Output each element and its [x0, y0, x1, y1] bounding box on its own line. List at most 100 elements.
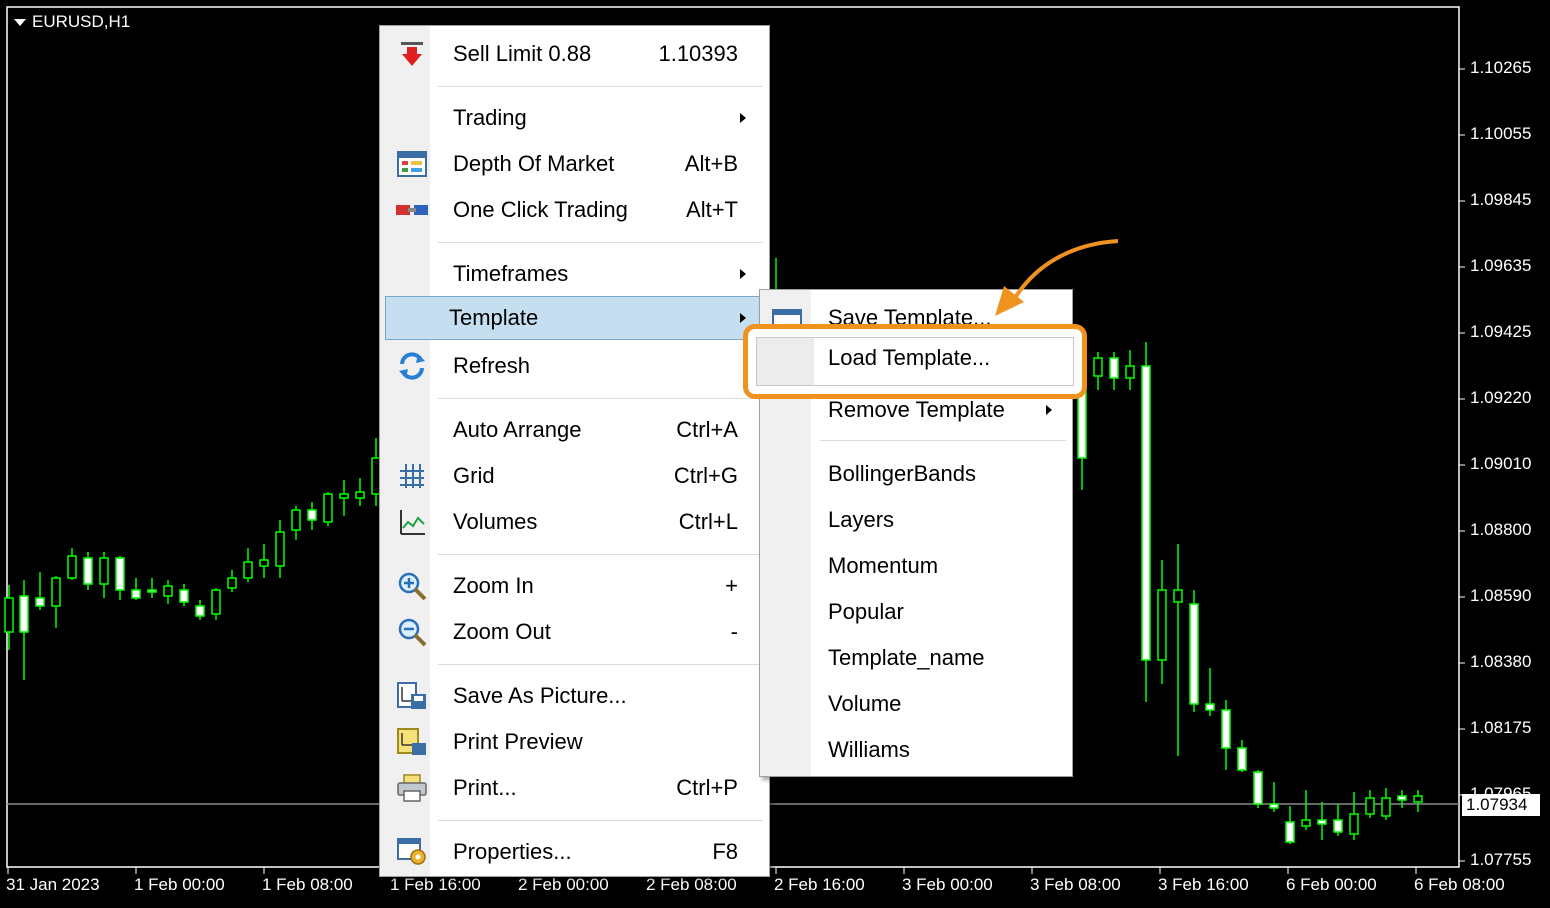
- menu-item-print[interactable]: Print... Ctrl+P: [385, 766, 764, 810]
- price-level: 1.09425: [1470, 322, 1532, 341]
- print-preview-icon: [395, 725, 429, 759]
- menu-item-print-preview[interactable]: Print Preview: [385, 720, 764, 764]
- candle-body: [35, 597, 45, 607]
- menu-item-template-popular[interactable]: Popular: [760, 590, 1072, 634]
- candle-body: [259, 559, 269, 567]
- menu-item-template[interactable]: Template: [385, 296, 764, 340]
- candle-body: [307, 509, 317, 521]
- menu-item-template-layers[interactable]: Layers: [760, 498, 1072, 542]
- candle-body: [1253, 771, 1263, 805]
- menu-separator: [438, 86, 763, 87]
- candle-body: [1237, 747, 1247, 771]
- menu-item-zoom-in[interactable]: Zoom In +: [385, 564, 764, 608]
- candle-body: [1093, 357, 1103, 377]
- candle-body: [195, 605, 205, 617]
- menu-separator: [438, 242, 763, 243]
- one-click-trading-icon: [395, 193, 429, 227]
- menu-separator: [438, 664, 763, 665]
- time-label: 1 Feb 16:00: [390, 875, 481, 894]
- candle-body: [4, 597, 14, 633]
- time-label: 6 Feb 08:00: [1414, 875, 1505, 894]
- candle-body: [1189, 603, 1199, 705]
- sell-arrow-icon: [395, 37, 429, 71]
- price-level: 1.08175: [1470, 718, 1532, 737]
- submenu-arrow-icon: [740, 269, 746, 279]
- menu-separator: [438, 820, 763, 821]
- menu-item-save-as-picture[interactable]: Save As Picture...: [385, 674, 764, 718]
- candle-body: [1317, 819, 1327, 825]
- candle-body: [291, 509, 301, 531]
- load-template-label: Load Template...: [828, 345, 991, 370]
- chart-context-menu: Sell Limit 0.88 1.10393 Trading Depth Of…: [379, 25, 770, 877]
- candle-body: [1365, 797, 1375, 815]
- candle-body: [1205, 703, 1215, 711]
- menu-separator: [438, 554, 763, 555]
- submenu-arrow-icon: [1046, 405, 1052, 415]
- price-level: 1.10055: [1470, 124, 1532, 143]
- candle-body: [243, 561, 253, 579]
- candle-body: [147, 589, 157, 593]
- printer-icon: [395, 771, 429, 805]
- candle-body: [1397, 795, 1407, 801]
- menu-item-template-momentum[interactable]: Momentum: [760, 544, 1072, 588]
- menu-separator: [820, 440, 1066, 441]
- save-picture-icon: [395, 679, 429, 713]
- symbol-label: EURUSD,H1: [32, 12, 131, 31]
- menu-item-one-click-trading[interactable]: One Click Trading Alt+T: [385, 188, 764, 232]
- candle-body: [1301, 819, 1311, 827]
- candle-body: [1109, 357, 1119, 379]
- menu-item-template-williams[interactable]: Williams: [760, 728, 1072, 772]
- menu-item-properties[interactable]: Properties... F8: [385, 830, 764, 874]
- candle-body: [1141, 365, 1151, 661]
- grid-icon: [395, 459, 429, 493]
- zoom-in-icon: [395, 569, 429, 603]
- menu-item-volumes[interactable]: Volumes Ctrl+L: [385, 500, 764, 544]
- menu-item-template-name[interactable]: Template_name: [760, 636, 1072, 680]
- price-level: 1.09220: [1470, 388, 1532, 407]
- time-label: 3 Feb 08:00: [1030, 875, 1121, 894]
- time-label: 1 Feb 08:00: [262, 875, 353, 894]
- menu-item-template-volume[interactable]: Volume: [760, 682, 1072, 726]
- candle-body: [163, 585, 173, 597]
- time-label: 2 Feb 16:00: [774, 875, 865, 894]
- menu-item-trading[interactable]: Trading: [385, 96, 764, 140]
- submenu-arrow-icon: [740, 113, 746, 123]
- volumes-icon: [395, 505, 429, 539]
- menu-item-template-bollingerbands[interactable]: BollingerBands: [760, 452, 1072, 496]
- chevron-down-icon[interactable]: [14, 18, 26, 26]
- candle-body: [1269, 803, 1279, 809]
- chart-symbol[interactable]: EURUSD,H1: [14, 12, 130, 32]
- price-level: 1.08380: [1470, 652, 1532, 671]
- refresh-icon: [395, 349, 429, 383]
- candle-body: [1125, 365, 1135, 379]
- menu-item-refresh[interactable]: Refresh: [385, 344, 764, 388]
- time-label: 2 Feb 00:00: [518, 875, 609, 894]
- candle-body: [227, 577, 237, 589]
- price-level: 1.08590: [1470, 586, 1532, 605]
- submenu-arrow-icon: [740, 313, 746, 323]
- menu-item-grid[interactable]: Grid Ctrl+G: [385, 454, 764, 498]
- time-label: 1 Feb 00:00: [134, 875, 225, 894]
- candle-body: [211, 589, 221, 615]
- candle-body: [1077, 389, 1087, 459]
- zoom-out-icon: [395, 615, 429, 649]
- menu-item-zoom-out[interactable]: Zoom Out -: [385, 610, 764, 654]
- load-template-callout[interactable]: Load Template...: [743, 324, 1087, 399]
- price-level: 1.09635: [1470, 256, 1532, 275]
- menu-item-timeframes[interactable]: Timeframes: [385, 252, 764, 296]
- properties-icon: [395, 835, 429, 869]
- menu-item-depth-of-market[interactable]: Depth Of Market Alt+B: [385, 142, 764, 186]
- menu-item-auto-arrange[interactable]: Auto Arrange Ctrl+A: [385, 408, 764, 452]
- menu-item-sell-limit[interactable]: Sell Limit 0.88 1.10393: [385, 32, 764, 76]
- candle-body: [275, 531, 285, 567]
- time-label: 6 Feb 00:00: [1286, 875, 1377, 894]
- time-label: 3 Feb 00:00: [902, 875, 993, 894]
- time-label: 31 Jan 2023: [6, 875, 100, 894]
- candle-body: [339, 493, 349, 499]
- candle-body: [355, 491, 365, 499]
- candle-body: [131, 589, 141, 599]
- current-price-badge: 1.07934: [1462, 794, 1540, 816]
- candle-body: [1173, 589, 1183, 603]
- menu-separator: [438, 398, 763, 399]
- candle-body: [1413, 795, 1423, 803]
